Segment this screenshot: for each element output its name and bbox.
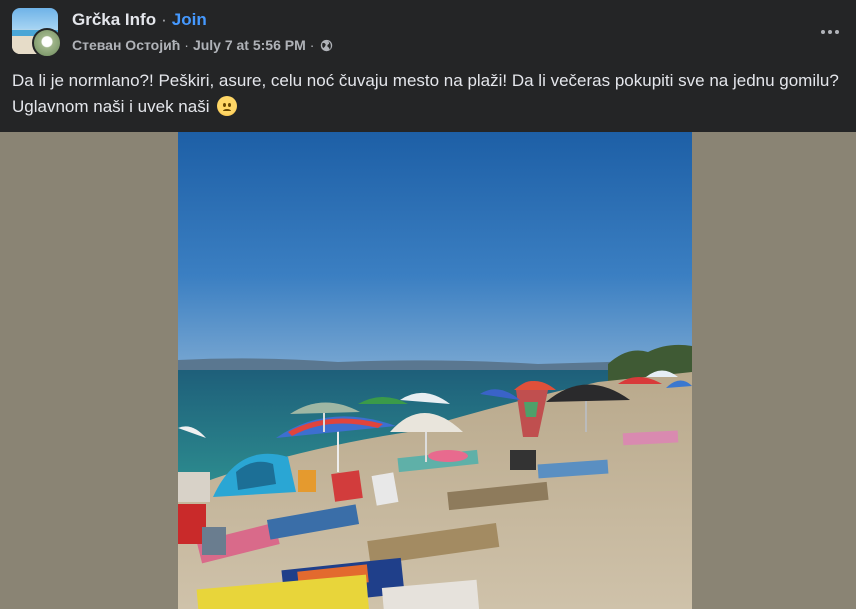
- feed-post: Grčka Info · Join Стеван Остојић · July …: [0, 0, 856, 609]
- post-meta: Стеван Остојић · July 7 at 5:56 PM ·: [72, 36, 333, 54]
- post-title-line: Grčka Info · Join: [72, 10, 207, 30]
- group-name-link[interactable]: Grčka Info: [72, 10, 156, 30]
- post-header: Grčka Info · Join Стеван Остојић · July …: [0, 0, 856, 64]
- post-timestamp-link[interactable]: July 7 at 5:56 PM: [193, 37, 306, 53]
- globe-icon[interactable]: [320, 39, 333, 52]
- post-message-text: Da li je normlano?! Peškiri, asure, celu…: [12, 71, 839, 116]
- join-group-button[interactable]: Join: [172, 10, 207, 30]
- beach-photo[interactable]: [178, 132, 692, 609]
- author-name-link[interactable]: Стеван Остојић: [72, 37, 180, 53]
- worried-face-emoji-icon: [217, 96, 238, 116]
- post-options-button[interactable]: [812, 14, 848, 50]
- meta-separator: ·: [184, 37, 189, 53]
- author-avatar[interactable]: [32, 28, 62, 58]
- more-horizontal-icon: [821, 30, 839, 34]
- beach-photo-image: [178, 132, 692, 609]
- post-media: [0, 132, 856, 609]
- title-separator: ·: [161, 10, 167, 29]
- meta-separator-2: ·: [309, 37, 315, 53]
- post-message: Da li je normlano?! Peškiri, asure, celu…: [12, 68, 844, 120]
- avatar-group[interactable]: [12, 8, 62, 58]
